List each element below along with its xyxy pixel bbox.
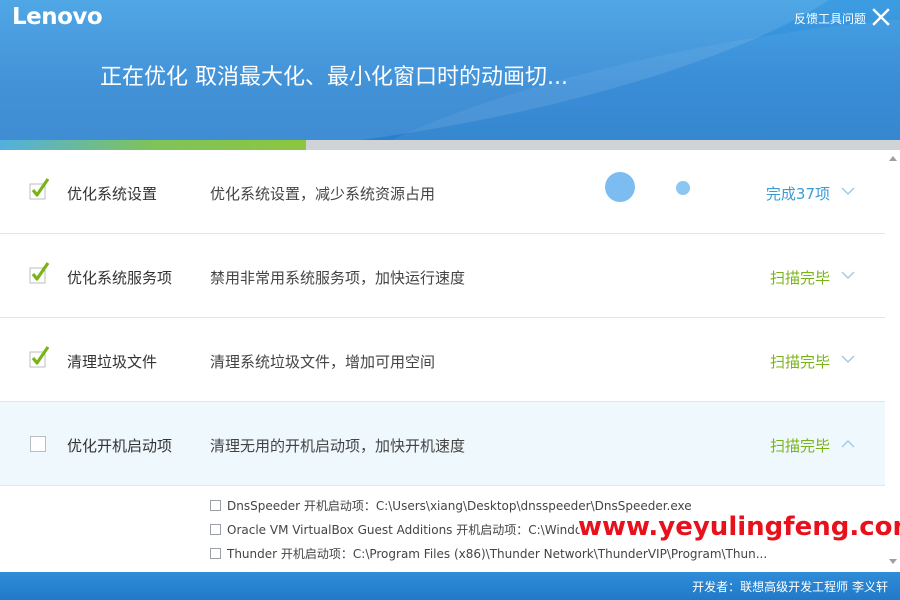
scroll-up-arrow-icon[interactable] [889,156,897,161]
footer-bar: 开发者：联想高级开发工程师 李义轩 [0,572,900,600]
checkbox-checked-icon[interactable] [29,176,51,200]
row-status: 扫描完毕 [769,437,830,455]
lenovo-logo: Lenovo [12,4,103,30]
chevron-down-icon[interactable] [841,355,855,364]
chevron-down-icon[interactable] [841,271,855,280]
startup-item[interactable]: Thunder 开机启动项：C:\Program Files (x86)\Thu… [210,545,767,562]
startup-checkbox[interactable] [210,500,221,511]
row-system-services[interactable]: 优化系统服务项 禁用非常用系统服务项，加快运行速度 扫描完毕 [0,234,885,318]
chevron-up-icon[interactable] [841,439,855,448]
optimization-list: 优化系统设置 优化系统设置，减少系统资源占用 完成37项 优化系统服务项 禁用非… [0,150,886,572]
startup-item-label: Thunder 开机启动项：C:\Program Files (x86)\Thu… [227,547,768,561]
row-description: 禁用非常用系统服务项，加快运行速度 [210,269,466,287]
progress-bar [0,140,900,150]
watermark: www.yeyulingfeng.com [578,512,900,542]
row-description: 清理无用的开机启动项，加快开机速度 [210,437,466,455]
row-title: 优化开机启动项 [67,437,173,455]
loading-dot [605,172,635,202]
row-status: 扫描完毕 [769,269,830,287]
row-status: 完成37项 [765,185,830,203]
row-title: 清理垃圾文件 [67,353,158,371]
row-status: 扫描完毕 [769,353,830,371]
row-title: 优化系统服务项 [67,269,173,287]
row-title: 优化系统设置 [67,185,158,203]
close-icon[interactable] [872,8,890,26]
checkbox-checked-icon[interactable] [29,344,51,368]
progress-fill [0,140,306,150]
scrollbar[interactable] [886,150,900,572]
header-banner: Lenovo 反馈工具问题 正在优化 取消最大化、最小化窗口时的动画切... [0,0,900,140]
row-startup-items[interactable]: 优化开机启动项 清理无用的开机启动项，加快开机速度 扫描完毕 [0,402,885,486]
checkbox-checked-icon[interactable] [29,260,51,284]
checkbox-unchecked[interactable] [30,436,46,452]
startup-checkbox[interactable] [210,548,221,559]
startup-item[interactable]: Oracle VM VirtualBox Guest Additions 开机启… [210,521,582,538]
chevron-down-icon[interactable] [841,187,855,196]
feedback-link[interactable]: 反馈工具问题 [794,10,866,27]
startup-item-label: DnsSpeeder 开机启动项：C:\Users\xiang\Desktop\… [227,499,692,513]
startup-item-label: Oracle VM VirtualBox Guest Additions 开机启… [227,523,583,537]
scroll-down-arrow-icon[interactable] [889,559,897,564]
optimizing-headline: 正在优化 取消最大化、最小化窗口时的动画切... [100,65,568,90]
row-description: 清理系统垃圾文件，增加可用空间 [210,353,436,371]
startup-checkbox[interactable] [210,524,221,535]
row-junk-files[interactable]: 清理垃圾文件 清理系统垃圾文件，增加可用空间 扫描完毕 [0,318,885,402]
loading-dot [676,181,690,195]
row-system-settings[interactable]: 优化系统设置 优化系统设置，减少系统资源占用 完成37项 [0,150,885,234]
developer-credit: 开发者：联想高级开发工程师 李义轩 [692,580,888,594]
row-description: 优化系统设置，减少系统资源占用 [210,185,436,203]
